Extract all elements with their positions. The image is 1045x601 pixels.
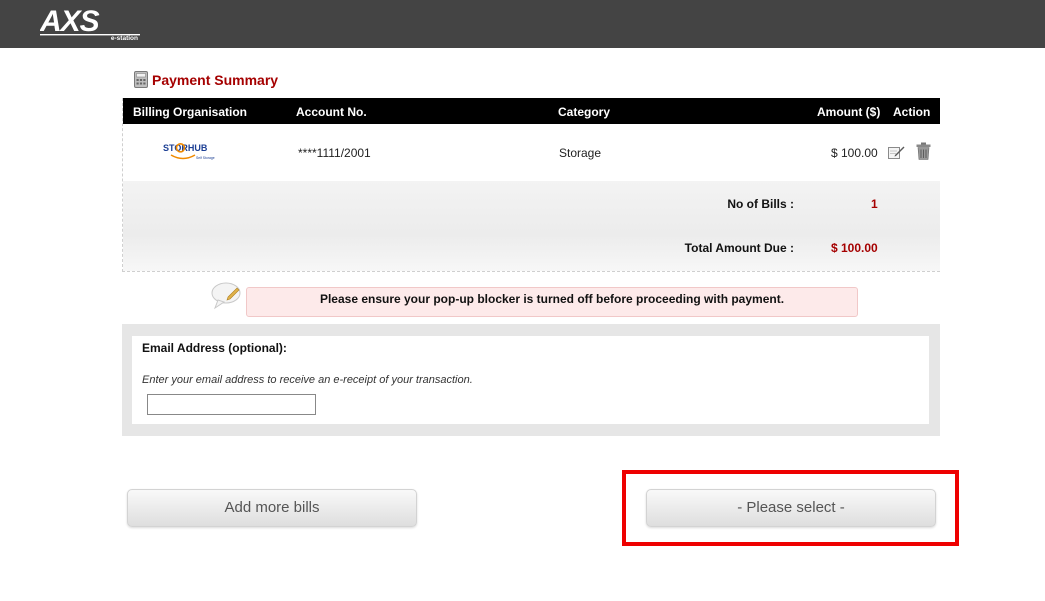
category-value: Storage — [559, 146, 602, 160]
table-row: STORHUB Self Storage ****1111/2001 Stora… — [123, 124, 940, 181]
email-label: Email Address (optional): — [142, 341, 287, 355]
table-header: Billing Organisation Account No. Categor… — [123, 98, 940, 124]
column-header-account-no: Account No. — [296, 105, 367, 119]
column-header-billing-organisation: Billing Organisation — [133, 105, 248, 119]
calculator-icon — [134, 71, 148, 88]
bills-table: Billing Organisation Account No. Categor… — [122, 98, 940, 272]
edit-icon[interactable] — [888, 144, 905, 159]
no-of-bills-label: No of Bills : — [727, 197, 794, 211]
top-header-bar: AXS e-station — [0, 0, 1045, 48]
logo-subtext: e-station — [111, 35, 138, 40]
trash-icon[interactable] — [916, 142, 931, 160]
popup-blocker-notice: Please ensure your pop-up blocker is tur… — [246, 287, 858, 317]
add-more-bills-button[interactable]: Add more bills — [127, 489, 417, 527]
axs-logo: AXS e-station — [40, 6, 140, 40]
column-header-amount: Amount ($) — [817, 105, 881, 119]
bill-totals: No of Bills : 1 Total Amount Due : $ 100… — [123, 181, 940, 271]
speech-bubble-icon — [211, 282, 241, 310]
account-number: ****1111/2001 — [298, 146, 371, 160]
no-of-bills-value: 1 — [871, 197, 878, 211]
total-amount-value: $ 100.00 — [831, 241, 878, 255]
highlight-box — [622, 470, 959, 546]
email-input[interactable] — [147, 394, 316, 415]
total-amount-label: Total Amount Due : — [684, 241, 794, 255]
logo-text: AXS — [40, 6, 100, 38]
column-header-category: Category — [558, 105, 611, 119]
email-form: Email Address (optional): Enter your ema… — [132, 336, 929, 424]
storhub-logo-text: STORHUB — [163, 143, 208, 153]
page-title: Payment Summary — [152, 72, 279, 88]
email-hint: Enter your email address to receive an e… — [142, 374, 473, 386]
notice-text: Please ensure your pop-up blocker is tur… — [319, 292, 785, 306]
payment-summary-heading: Payment Summary — [134, 66, 278, 88]
column-header-action: Action — [893, 105, 931, 119]
storhub-logo: STORHUB Self Storage — [163, 143, 215, 160]
storhub-logo-subtext: Self Storage — [196, 156, 215, 160]
amount-value: $ 100.00 — [831, 146, 878, 160]
email-panel: Email Address (optional): Enter your ema… — [122, 324, 940, 436]
